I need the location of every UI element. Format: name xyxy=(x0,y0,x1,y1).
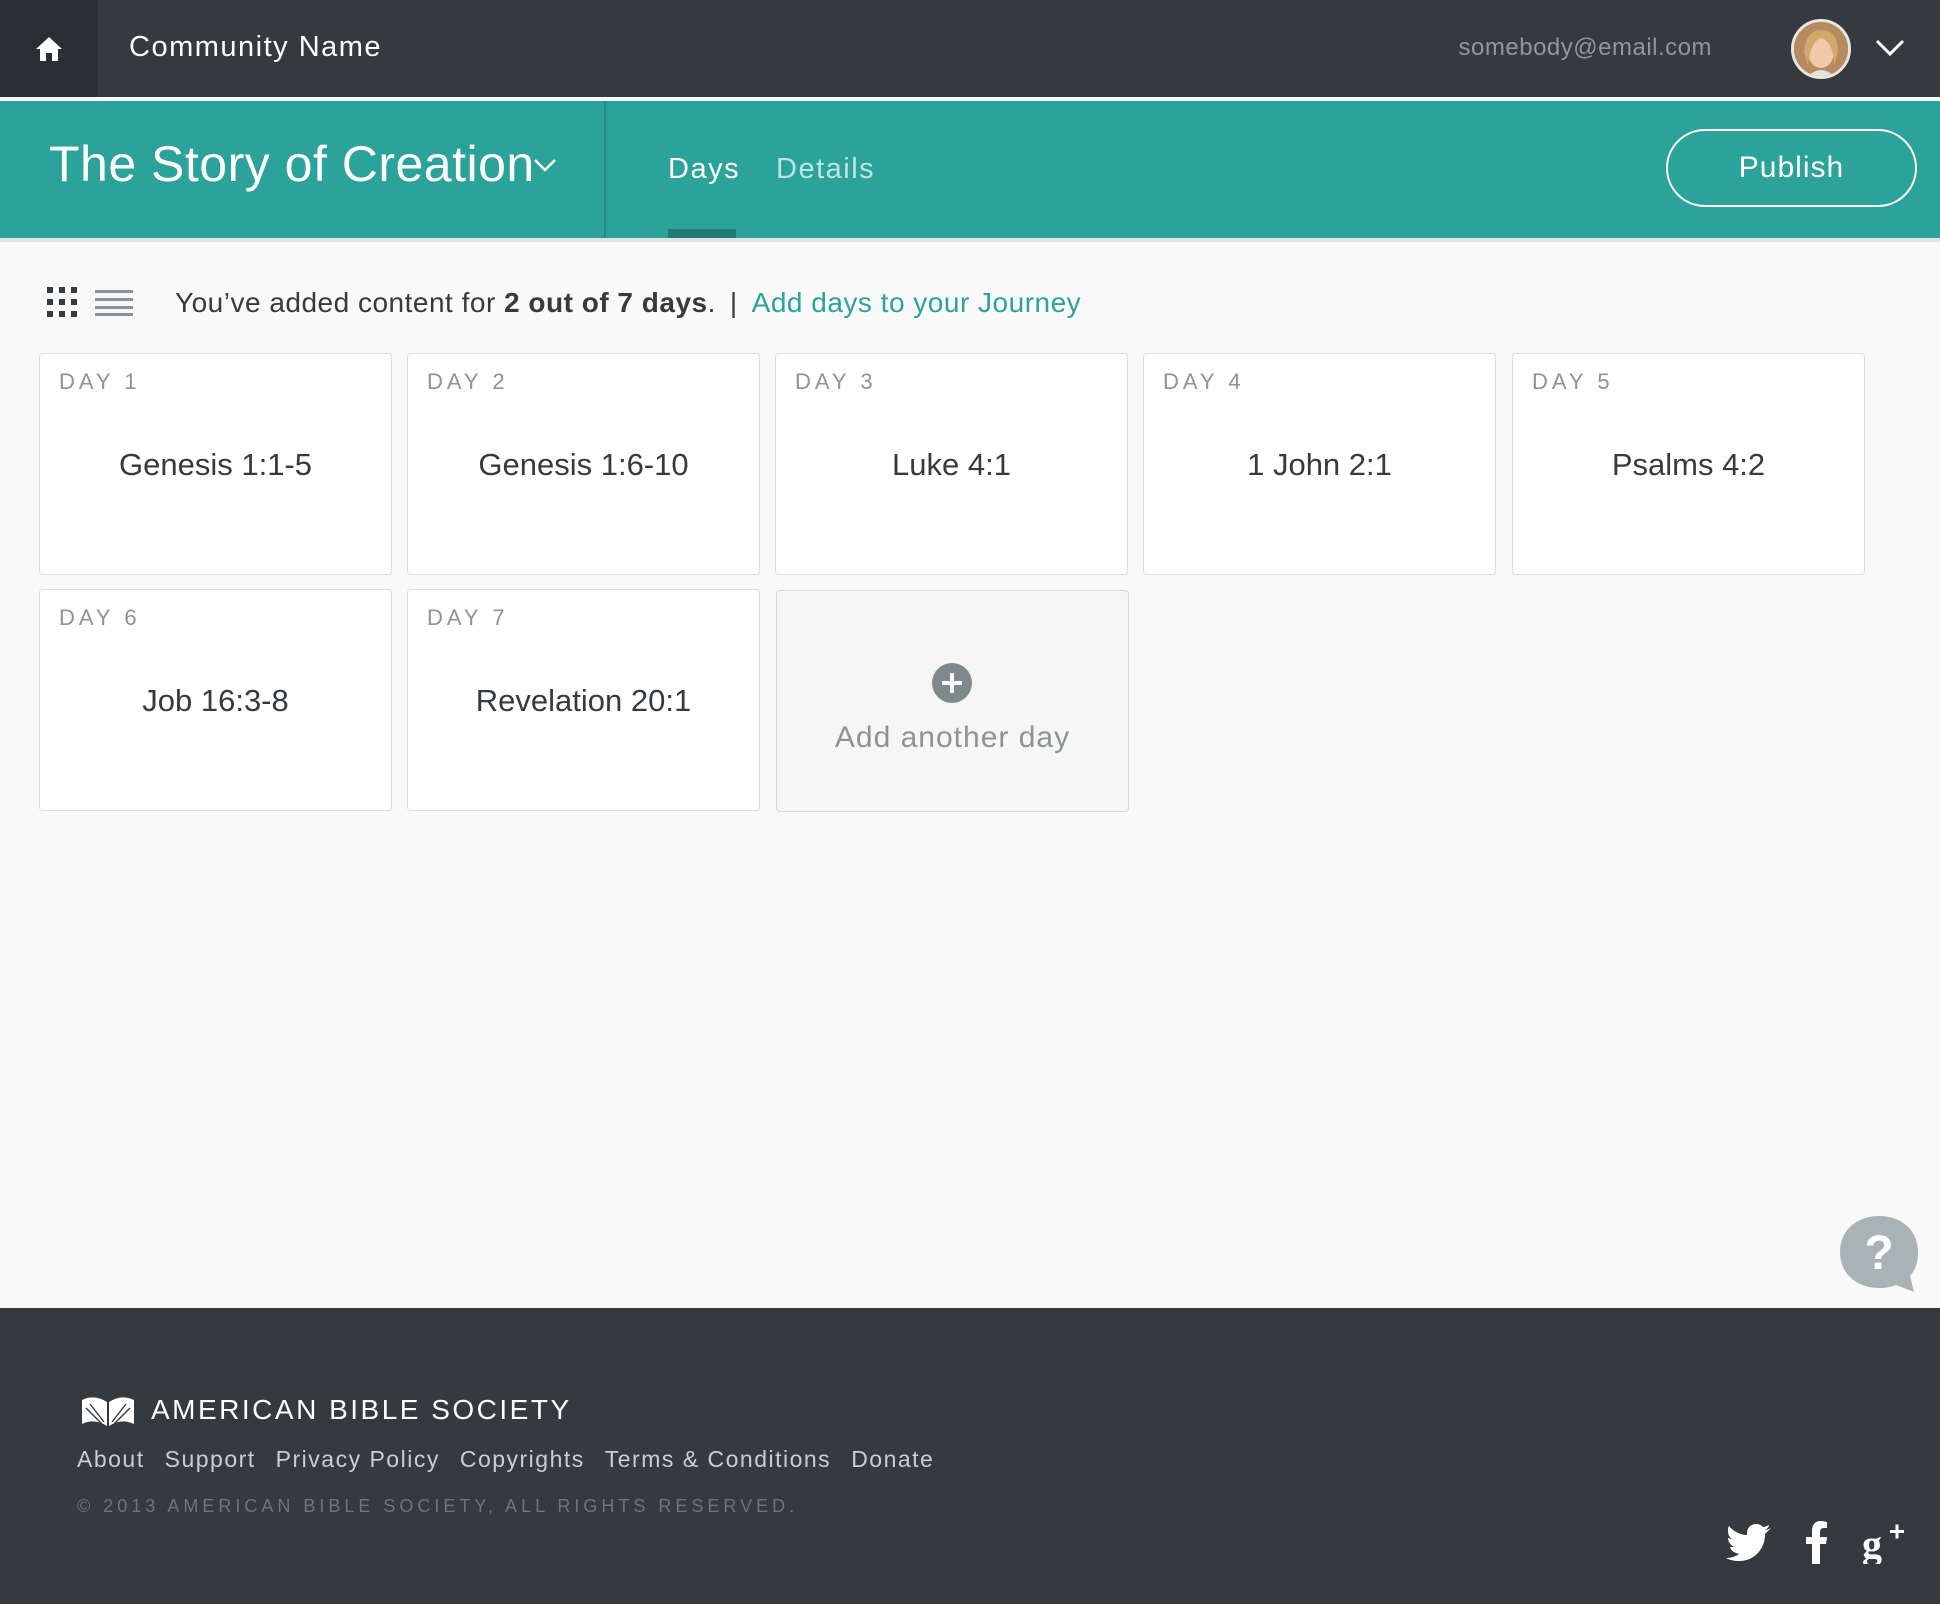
day-reference: Revelation 20:1 xyxy=(475,683,692,718)
publish-button[interactable]: Publish xyxy=(1666,129,1917,207)
add-days-link[interactable]: Add days to your Journey xyxy=(752,287,1082,318)
footer-link-donate[interactable]: Donate xyxy=(851,1446,934,1473)
day-label: DAY 7 xyxy=(427,605,509,630)
day-label: DAY 1 xyxy=(59,369,141,394)
footer-links: About Support Privacy Policy Copyrights … xyxy=(77,1446,934,1473)
community-name[interactable]: Community Name xyxy=(129,31,382,64)
google-plus-icon[interactable]: g xyxy=(1862,1520,1906,1564)
header-divider xyxy=(604,101,606,238)
summary-count: 2 out of 7 days xyxy=(504,287,708,318)
day-reference: Psalms 4:2 xyxy=(1611,447,1766,482)
add-day-label: Add another day xyxy=(834,721,1071,754)
bible-logo-icon xyxy=(82,1397,134,1426)
day-card-2[interactable]: DAY 2 Genesis 1:6-10 xyxy=(407,353,760,575)
add-day-card[interactable]: Add another day xyxy=(776,590,1129,812)
active-tab-indicator xyxy=(668,229,736,238)
day-label: DAY 3 xyxy=(795,369,877,394)
day-card-5[interactable]: DAY 5 Psalms 4:2 xyxy=(1512,353,1865,575)
footer-link-copyrights[interactable]: Copyrights xyxy=(460,1446,585,1473)
day-card-6[interactable]: DAY 6 Job 16:3-8 xyxy=(39,589,392,811)
day-reference: 1 John 2:1 xyxy=(1247,447,1392,482)
summary-suffix: . xyxy=(707,287,716,318)
footer: AMERICAN BIBLE SOCIETY About Support Pri… xyxy=(0,1308,1940,1604)
journey-header: The Story of Creation Days Details Publi… xyxy=(0,101,1940,238)
organization-name: AMERICAN BIBLE SOCIETY xyxy=(151,1394,572,1425)
home-button[interactable] xyxy=(0,0,98,97)
avatar[interactable] xyxy=(1791,19,1851,79)
day-label: DAY 6 xyxy=(59,605,141,630)
day-label: DAY 2 xyxy=(427,369,509,394)
chevron-down-icon[interactable] xyxy=(1873,34,1907,60)
footer-link-about[interactable]: About xyxy=(77,1446,145,1473)
help-icon[interactable]: ? xyxy=(1838,1214,1920,1294)
day-label: DAY 4 xyxy=(1163,369,1245,394)
summary-separator: | xyxy=(729,287,738,318)
svg-text:?: ? xyxy=(1864,1227,1893,1280)
tab-days[interactable]: Days xyxy=(668,153,740,186)
footer-link-terms[interactable]: Terms & Conditions xyxy=(605,1446,831,1473)
facebook-icon[interactable] xyxy=(1806,1520,1828,1564)
day-reference: Genesis 1:6-10 xyxy=(478,447,689,482)
home-icon xyxy=(36,36,62,61)
user-email: somebody@email.com xyxy=(1458,34,1712,61)
day-card-3[interactable]: DAY 3 Luke 4:1 xyxy=(775,353,1128,575)
footer-link-support[interactable]: Support xyxy=(165,1446,256,1473)
list-view-icon[interactable] xyxy=(95,290,133,316)
svg-text:g: g xyxy=(1862,1522,1882,1564)
journey-title[interactable]: The Story of Creation xyxy=(49,135,535,193)
plus-circle-icon xyxy=(932,663,972,703)
day-card-7[interactable]: DAY 7 Revelation 20:1 xyxy=(407,589,760,811)
top-bar: Community Name somebody@email.com xyxy=(0,0,1940,97)
summary-prefix: You’ve added content for xyxy=(175,287,505,318)
day-reference: Job 16:3-8 xyxy=(142,683,289,718)
day-reference: Luke 4:1 xyxy=(892,447,1011,482)
day-card-4[interactable]: DAY 4 1 John 2:1 xyxy=(1143,353,1496,575)
content-summary: You’ve added content for 2 out of 7 days… xyxy=(175,287,1081,319)
day-label: DAY 5 xyxy=(1532,369,1614,394)
twitter-icon[interactable] xyxy=(1726,1520,1772,1564)
title-chevron-down-icon[interactable] xyxy=(532,154,558,176)
grid-view-icon[interactable] xyxy=(46,286,78,318)
day-card-1[interactable]: DAY 1 Genesis 1:1-5 xyxy=(39,353,392,575)
copyright-text: © 2013 AMERICAN BIBLE SOCIETY, ALL RIGHT… xyxy=(77,1496,799,1516)
user-photo-icon xyxy=(1794,22,1848,76)
tab-details[interactable]: Details xyxy=(776,153,875,186)
header-shadow xyxy=(0,238,1940,242)
footer-link-privacy-policy[interactable]: Privacy Policy xyxy=(276,1446,440,1473)
day-reference: Genesis 1:1-5 xyxy=(119,447,312,482)
